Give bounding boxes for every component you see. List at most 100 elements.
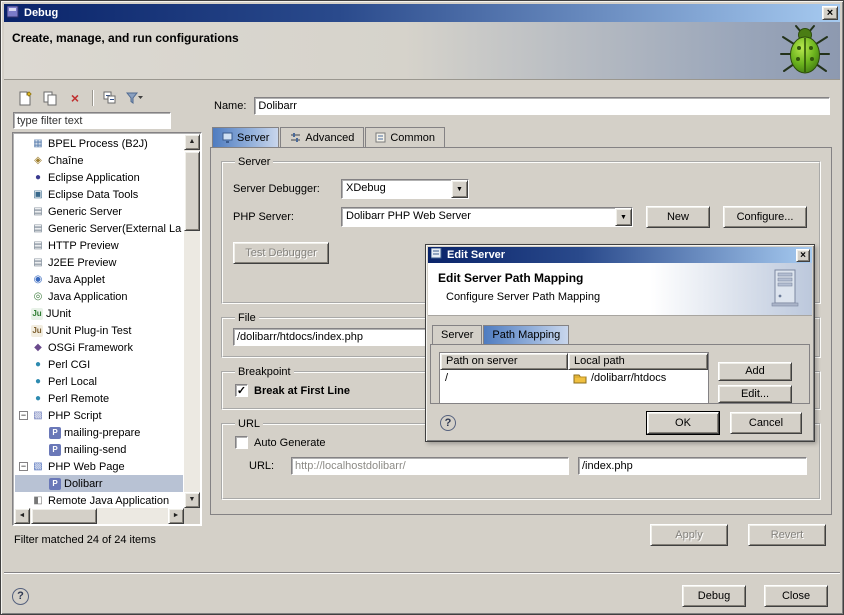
tree-item-perl-remote[interactable]: ●Perl Remote [15, 390, 183, 407]
tree-item-label: JUnit [46, 308, 71, 320]
tree-item-label: OSGi Framework [48, 342, 133, 354]
tree-item-cha-ne[interactable]: ◈Chaîne [15, 152, 183, 169]
edit-server-close-button[interactable]: × [796, 249, 810, 262]
tree-item-j2ee-preview[interactable]: ▤J2EE Preview [15, 254, 183, 271]
tree-vertical-scrollbar[interactable]: ▲ ▼ [184, 134, 200, 508]
tree-item-generic-server[interactable]: ▤Generic Server [15, 203, 183, 220]
tree-item-php-script[interactable]: −▧PHP Script [15, 407, 183, 424]
configurations-toolbar: × [12, 85, 202, 111]
configure-server-button[interactable]: Configure... [723, 206, 807, 228]
url-group-title: URL [235, 418, 263, 430]
help-button[interactable]: ? [12, 588, 29, 605]
window-titlebar[interactable]: Debug × [4, 4, 840, 22]
tree-item-label: BPEL Process (B2J) [48, 138, 148, 150]
close-button[interactable]: Close [764, 585, 828, 607]
tree-item-label: mailing-send [64, 444, 126, 456]
dropdown-arrow-icon[interactable]: ▼ [615, 208, 632, 226]
url-label: URL: [249, 460, 291, 472]
tab-server-settings[interactable]: Server [432, 325, 482, 344]
edit-server-dialog: Edit Server × Edit Server Path Mapping C… [425, 244, 815, 442]
filter-input[interactable] [13, 112, 171, 129]
debug-button[interactable]: Debug [682, 585, 746, 607]
footer: ? Debug Close [4, 574, 840, 615]
path-mapping-row[interactable]: / /dolibarr/htdocs [440, 370, 708, 386]
tab-server[interactable]: Server [212, 127, 279, 147]
tree-item-label: Generic Server(External La [48, 223, 181, 235]
tree-item-java-applet[interactable]: ◉Java Applet [15, 271, 183, 288]
column-header-local-path[interactable]: Local path [568, 353, 708, 370]
scroll-up-icon[interactable]: ▲ [184, 134, 200, 150]
php-server-combo[interactable]: Dolibarr PHP Web Server ▼ [341, 207, 633, 227]
tab-label: Advanced [305, 132, 354, 144]
php-web-page-icon: ▧ [31, 461, 45, 472]
vertical-scroll-thumb[interactable] [184, 151, 200, 231]
tree-item-perl-cgi[interactable]: ●Perl CGI [15, 356, 183, 373]
tree-item-eclipse-application[interactable]: ●Eclipse Application [15, 169, 183, 186]
scroll-right-icon[interactable]: ► [168, 508, 184, 524]
tab-advanced[interactable]: Advanced [280, 127, 364, 147]
name-input[interactable] [254, 97, 830, 115]
collapse-all-button[interactable] [99, 88, 121, 108]
add-mapping-button[interactable]: Add [718, 362, 792, 381]
break-at-first-line-label: Break at First Line [254, 385, 350, 397]
new-configuration-button[interactable] [14, 88, 36, 108]
tree-item-http-preview[interactable]: ▤HTTP Preview [15, 237, 183, 254]
column-header-path-on-server[interactable]: Path on server [440, 353, 568, 370]
local-path-cell: /dolibarr/htdocs [568, 372, 708, 384]
php-script-icon: ▧ [31, 410, 45, 421]
debug-configurations-window: Debug × Create, manage, and run configur… [0, 0, 844, 615]
tree-item-osgi-framework[interactable]: ◆OSGi Framework [15, 339, 183, 356]
auto-generate-label: Auto Generate [254, 437, 326, 449]
tree-item-php-web-page[interactable]: −▧PHP Web Page [15, 458, 183, 475]
delete-configuration-button[interactable]: × [64, 88, 86, 108]
tree-item-generic-server-external-la[interactable]: ▤Generic Server(External La [15, 220, 183, 237]
tree-item-mailing-send[interactable]: Pmailing-send [15, 441, 183, 458]
tab-path-mapping[interactable]: Path Mapping [483, 325, 569, 344]
tree-item-mailing-prepare[interactable]: Pmailing-prepare [15, 424, 183, 441]
dialog-help-button[interactable]: ? [440, 415, 456, 431]
tree-item-label: J2EE Preview [48, 257, 116, 269]
tab-label: Server [237, 132, 269, 144]
tree-item-remote-java-application[interactable]: ◧Remote Java Application [15, 492, 183, 507]
tree-item-label: PHP Script [48, 410, 102, 422]
scroll-left-icon[interactable]: ◄ [14, 508, 30, 524]
collapse-handle-icon[interactable]: − [19, 411, 28, 420]
horizontal-scroll-thumb[interactable] [31, 508, 97, 524]
window-close-button[interactable]: × [822, 6, 838, 20]
tab-label: Server [441, 329, 473, 341]
scroll-down-icon[interactable]: ▼ [184, 492, 200, 508]
collapse-handle-icon[interactable]: − [19, 462, 28, 471]
generic-server-icon: ▤ [31, 206, 45, 217]
bug-image [778, 24, 832, 79]
edit-server-titlebar[interactable]: Edit Server × [428, 247, 812, 263]
tree-item-java-application[interactable]: ◎Java Application [15, 288, 183, 305]
tree-horizontal-scrollbar[interactable]: ◄ ► [14, 508, 184, 524]
tree-item-bpel-process-b2j[interactable]: ▦BPEL Process (B2J) [15, 135, 183, 152]
tree-item-label: Perl Remote [48, 393, 109, 405]
tree-item-dolibarr[interactable]: PDolibarr [15, 475, 183, 492]
filter-icon [126, 91, 144, 105]
ok-button[interactable]: OK [647, 412, 719, 434]
tab-label: Common [390, 132, 435, 144]
break-at-first-line-checkbox[interactable]: ✓ [235, 384, 248, 397]
url-path-input[interactable] [578, 457, 807, 475]
edit-mapping-button[interactable]: Edit... [718, 385, 792, 404]
tree-item-label: PHP Web Page [48, 461, 125, 473]
tree-item-junit-plug-in-test[interactable]: JuJUnit Plug-in Test [15, 322, 183, 339]
tree-item-junit[interactable]: JuJUnit [15, 305, 183, 322]
tree-item-eclipse-data-tools[interactable]: ▣Eclipse Data Tools [15, 186, 183, 203]
tree-item-perl-local[interactable]: ●Perl Local [15, 373, 183, 390]
new-server-button[interactable]: New [646, 206, 710, 228]
http-preview-icon: ▤ [31, 240, 45, 251]
filter-menu-button[interactable] [124, 88, 146, 108]
tree-item-label: Perl CGI [48, 359, 90, 371]
auto-generate-checkbox[interactable] [235, 436, 248, 449]
perl-icon: ● [31, 393, 45, 404]
tab-common[interactable]: Common [365, 127, 445, 147]
bpel-icon: ▦ [31, 138, 45, 149]
dropdown-arrow-icon[interactable]: ▼ [451, 180, 468, 198]
cancel-button[interactable]: Cancel [730, 412, 802, 434]
perl-icon: ● [31, 359, 45, 370]
server-debugger-combo[interactable]: XDebug ▼ [341, 179, 469, 199]
duplicate-configuration-button[interactable] [39, 88, 61, 108]
